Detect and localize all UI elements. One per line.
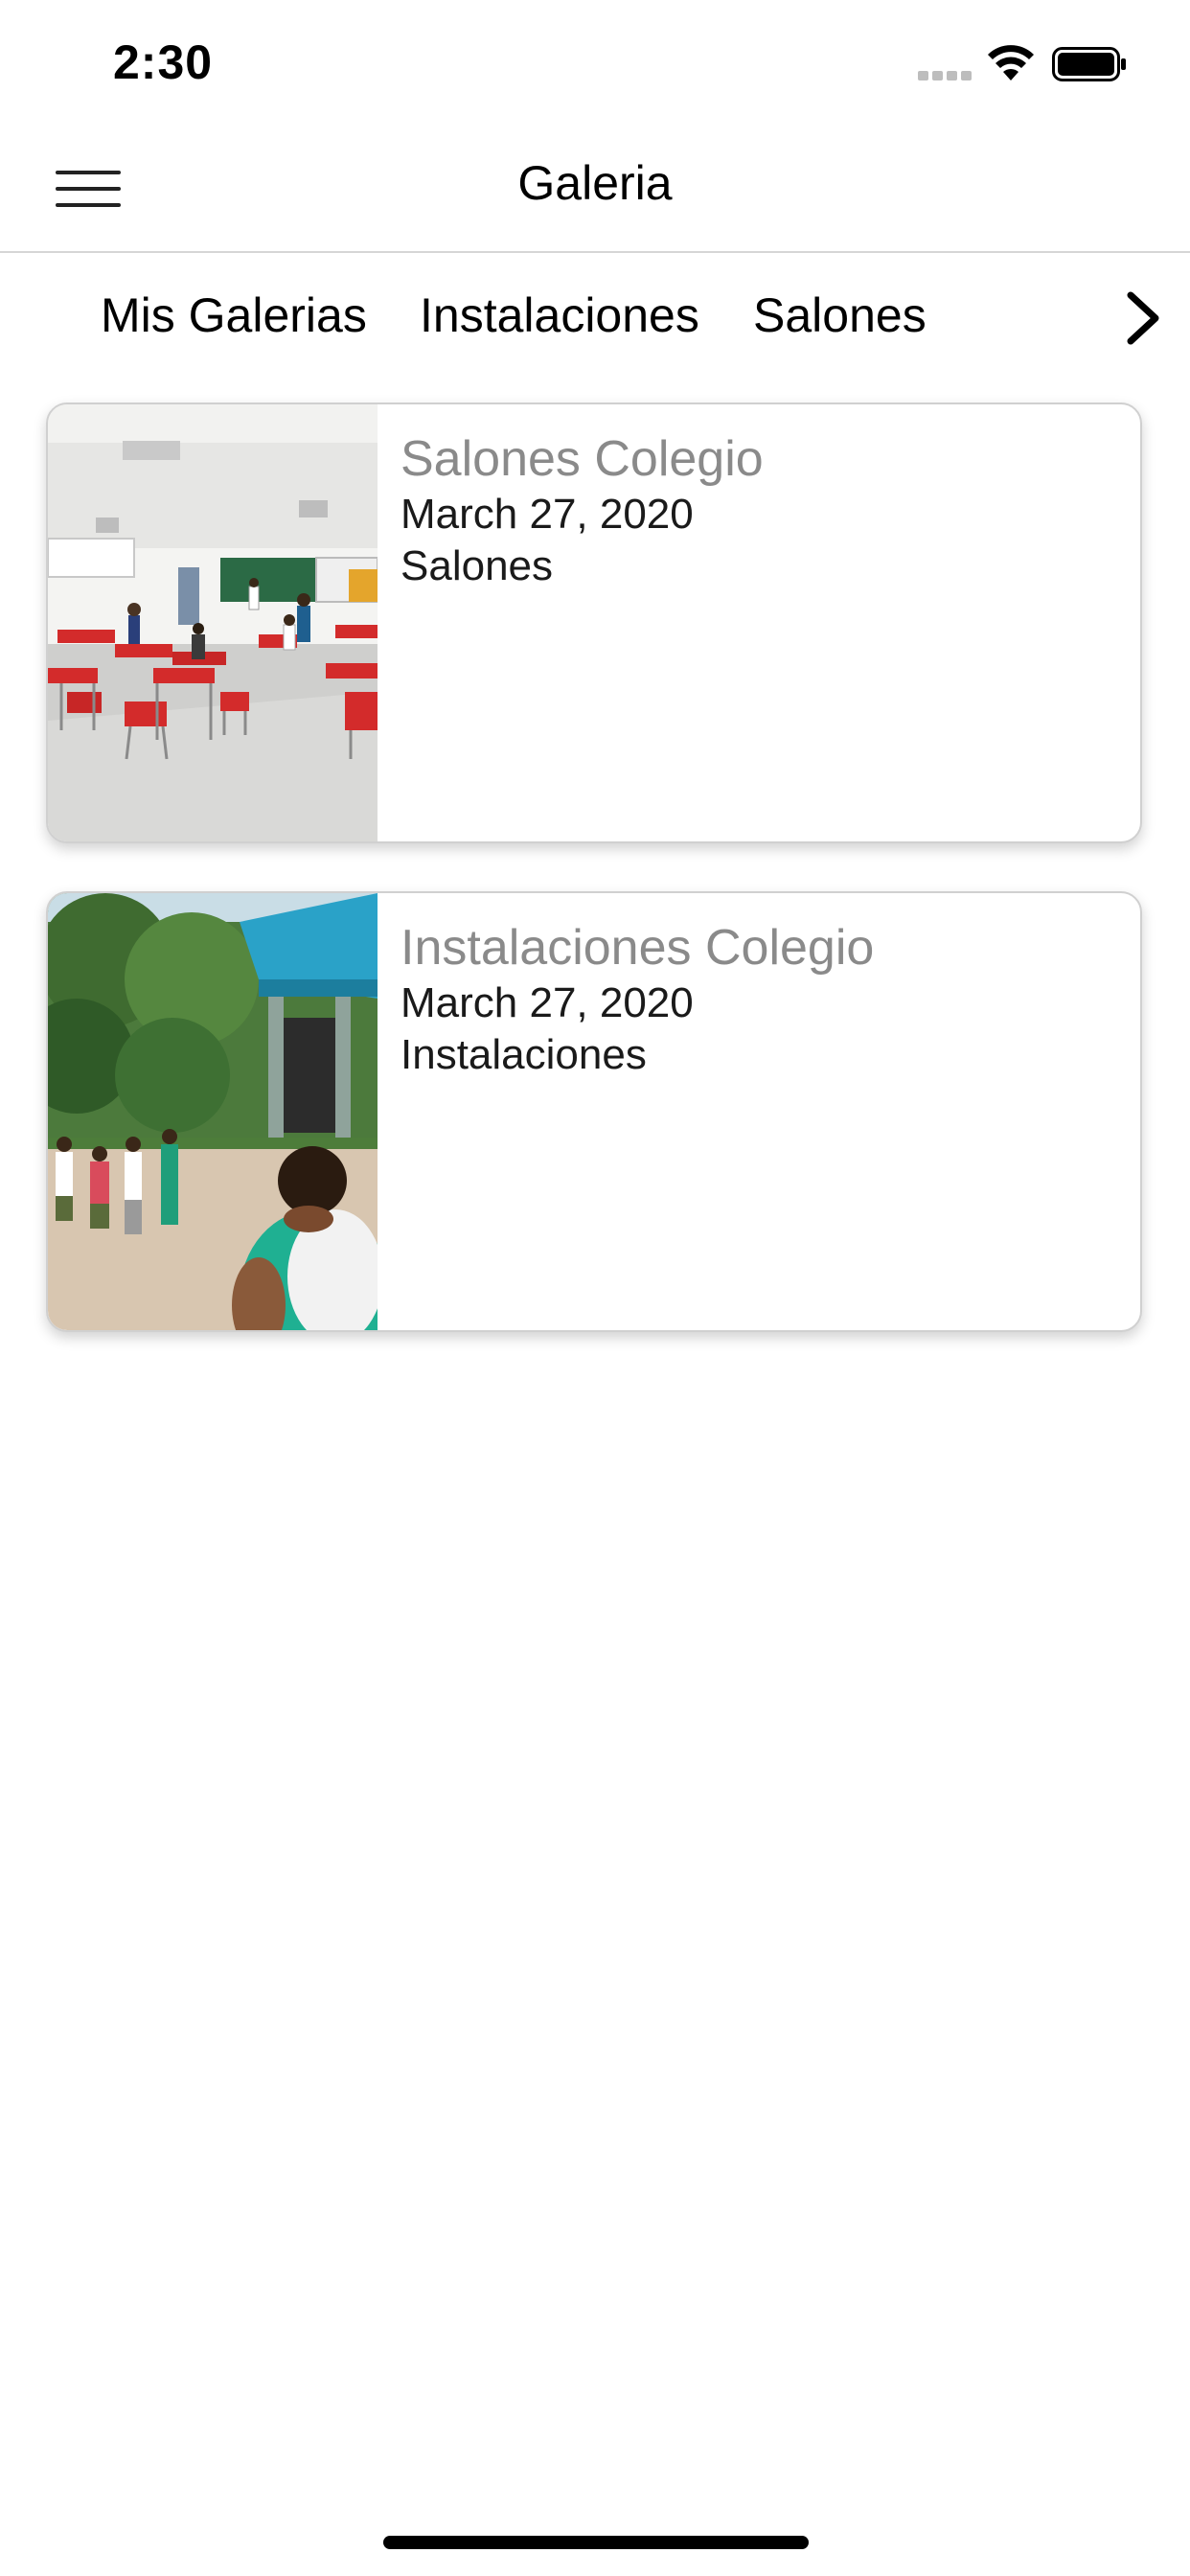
page-title: Galeria <box>517 156 673 210</box>
gallery-title: Instalaciones Colegio <box>400 920 875 976</box>
gallery-card-text: Instalaciones Colegio March 27, 2020 Ins… <box>400 918 1121 1081</box>
tab-instalaciones[interactable]: Instalaciones <box>420 288 699 343</box>
gallery-thumbnail-facilities <box>48 893 378 1330</box>
cellular-signal-icon <box>918 71 972 80</box>
gallery-category: Salones <box>400 542 554 589</box>
status-bar: 2:30 <box>0 0 1190 126</box>
gallery-card[interactable]: Instalaciones Colegio March 27, 2020 Ins… <box>46 891 1142 1332</box>
wifi-icon <box>988 45 1034 80</box>
home-indicator[interactable] <box>383 2536 809 2549</box>
tab-mis-galerias[interactable]: Mis Galerias <box>101 288 367 343</box>
navigation-bar: Galeria <box>0 126 1190 253</box>
chevron-right-icon[interactable] <box>1119 288 1167 349</box>
screen: 2:30 Galeria Mis Galerias Instalaciones … <box>0 0 1190 2576</box>
gallery-date: March 27, 2020 <box>400 491 694 538</box>
tab-salones[interactable]: Salones <box>753 288 927 343</box>
gallery-category-tabs: Mis Galerias Instalaciones Salones <box>0 253 1190 378</box>
gallery-category: Instalaciones <box>400 1031 647 1078</box>
status-time: 2:30 <box>113 35 214 89</box>
gallery-date: March 27, 2020 <box>400 979 694 1026</box>
gallery-thumbnail-classroom <box>48 404 378 841</box>
gallery-card-text: Salones Colegio March 27, 2020 Salones <box>400 429 1121 592</box>
gallery-card[interactable]: Salones Colegio March 27, 2020 Salones <box>46 402 1142 843</box>
battery-icon <box>1052 47 1126 81</box>
gallery-title: Salones Colegio <box>400 431 764 487</box>
